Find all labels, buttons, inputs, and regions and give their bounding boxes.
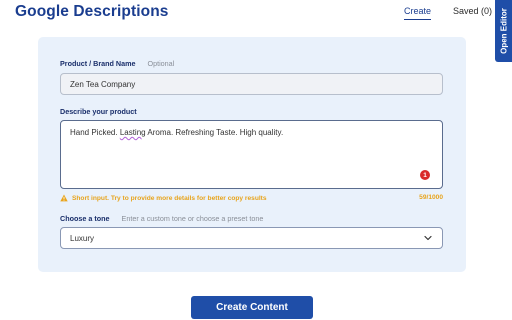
warning-text: Short input. Try to provide more details… [72,194,267,202]
description-textarea[interactable]: Hand Picked. Lasting Aroma. Refreshing T… [60,120,443,189]
description-label: Describe your product [60,107,137,116]
tone-label: Choose a tone [60,214,110,223]
product-name-input[interactable]: Zen Tea Company [60,73,443,95]
tone-label-row: Choose a tone Enter a custom tone or cho… [60,214,263,223]
product-label-row: Product / Brand Name Optional [60,59,174,68]
tab-create[interactable]: Create [404,6,432,20]
open-editor-button[interactable]: Open Editor [495,0,512,62]
description-text: Hand Picked. Lasting Aroma. Refreshing T… [70,127,433,138]
char-count: 59/1000 [419,194,443,201]
description-text-start: Hand Picked. [70,128,120,137]
warning-triangle-icon [60,194,68,202]
open-editor-label: Open Editor [499,8,508,54]
description-label-row: Describe your product [60,107,137,116]
chevron-down-icon [424,235,432,241]
app-title: Google Descriptions [15,3,169,20]
short-input-warning: Short input. Try to provide more details… [60,194,443,202]
create-content-button[interactable]: Create Content [191,296,313,319]
product-name-value: Zen Tea Company [70,79,136,89]
tone-select[interactable]: Luxury [60,227,443,249]
tone-hint: Enter a custom tone or choose a preset t… [121,214,264,223]
product-label: Product / Brand Name [60,59,136,68]
tone-selected-value: Luxury [70,233,95,243]
tab-saved[interactable]: Saved (0) [453,6,492,16]
description-text-end: Aroma. Refreshing Taste. High quality. [145,128,284,137]
page: Google Descriptions Create Saved (0) Ope… [0,0,512,320]
form-panel: Product / Brand Name Optional Zen Tea Co… [38,37,466,272]
product-hint: Optional [147,59,175,68]
misspelled-word[interactable]: Lasting [120,128,146,137]
error-count-icon[interactable]: 1 [420,170,430,180]
